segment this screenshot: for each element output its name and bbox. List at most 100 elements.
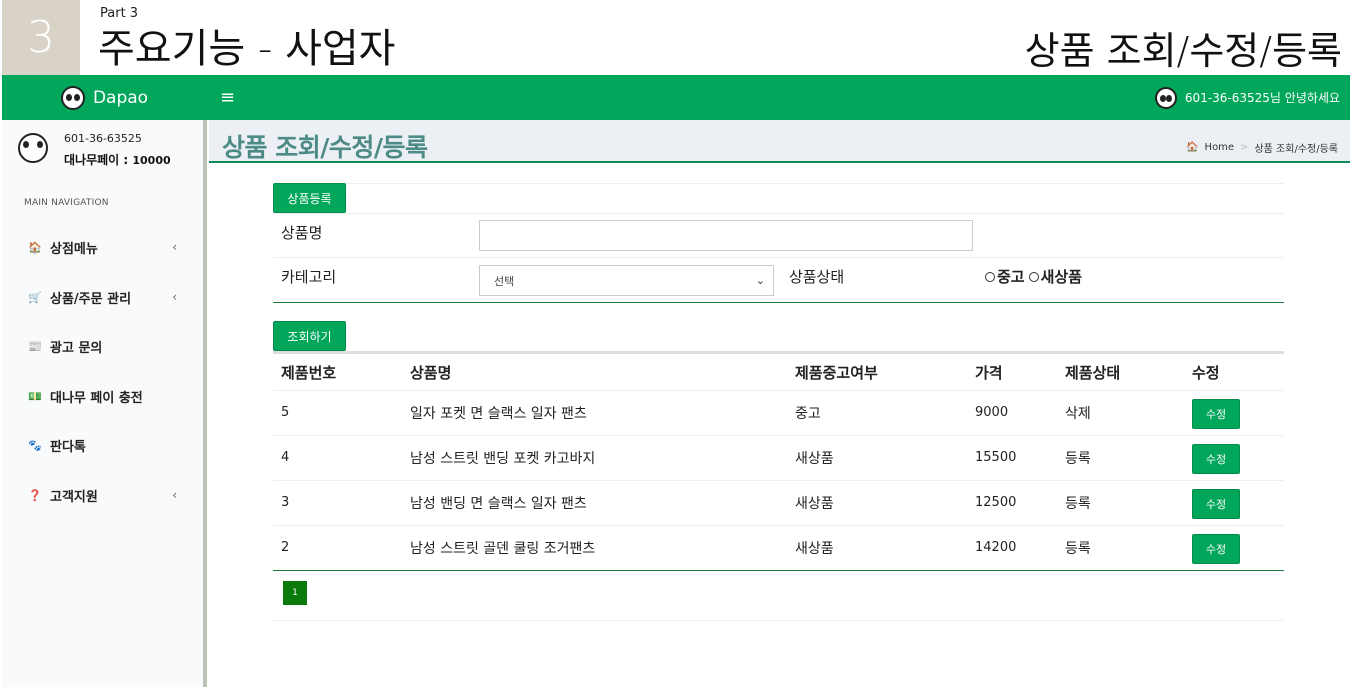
cell-name: 남성 스트릿 밴딩 포켓 카고바지: [410, 451, 596, 467]
product-status-label: 상품상태: [789, 268, 845, 286]
slide-section-title: 상품 조회/수정/등록: [1024, 29, 1342, 73]
brand-logo[interactable]: Dapao: [2, 75, 207, 120]
cell-state: 등록: [1065, 496, 1091, 512]
slide-header: 3 Part 3 주요기능 - 사업자 상품 조회/수정/등록: [0, 0, 1350, 75]
slide-title: 주요기능 - 사업자: [98, 26, 396, 72]
cell-price: 15500: [975, 450, 1017, 465]
status-radio-new[interactable]: 새상품: [1028, 266, 1083, 287]
sidebar-item-product-order[interactable]: 🛒 상품/주문 관리 ‹: [2, 277, 203, 317]
cell-name: 남성 밴딩 면 슬랙스 일자 팬츠: [410, 496, 587, 512]
paw-icon: 🐾: [28, 438, 42, 452]
radio-circle-icon: [1028, 271, 1039, 282]
content-header: 상품 조회/수정/등록 🏠 Home > 상품 조회/수정/등록: [209, 120, 1350, 163]
cell-id: 4: [281, 450, 290, 465]
sidebar-item-label: 상품/주문 관리: [50, 291, 132, 307]
slide-number: 3: [2, 0, 80, 75]
column-header: 수정: [1192, 364, 1220, 382]
panda-avatar-icon: [18, 133, 48, 163]
radio-label: 중고: [997, 268, 1025, 286]
table-header: 제품번호 상품명 제품중고여부 가격 제품상태 수정: [273, 351, 1284, 391]
chevron-left-icon: ‹: [172, 488, 177, 502]
nav-header: MAIN NAVIGATION: [24, 198, 109, 208]
avatar: [18, 133, 48, 163]
cell-id: 3: [281, 495, 290, 510]
cell-state: 삭제: [1065, 406, 1091, 422]
column-header: 제품번호: [281, 364, 337, 382]
page-title: 상품 조회/수정/등록: [222, 133, 428, 162]
sidebar-item-support[interactable]: ❓ 고객지원 ‹: [2, 475, 203, 515]
table-row: 5 일자 포켓 면 슬랙스 일자 팬츠 중고 9000 삭제 수정: [273, 391, 1284, 436]
table-row: 3 남성 밴딩 면 슬랙스 일자 팬츠 새상품 12500 등록 수정: [273, 481, 1284, 526]
column-header: 제품상태: [1065, 364, 1121, 382]
question-icon: ❓: [28, 488, 42, 502]
cell-name: 일자 포켓 면 슬랙스 일자 팬츠: [410, 406, 587, 422]
table-row: 2 남성 스트릿 골덴 쿨링 조거팬츠 새상품 14200 등록 수정: [273, 526, 1284, 571]
cell-state: 등록: [1065, 451, 1091, 467]
user-greeting: 601-36-63525님 안녕하세요: [1184, 91, 1340, 105]
home-icon: 🏠: [28, 240, 42, 254]
hamburger-icon[interactable]: ≡: [220, 87, 235, 108]
product-name-input[interactable]: [479, 220, 973, 251]
product-name-label: 상품명: [281, 224, 323, 242]
register-product-button[interactable]: 상품등록: [273, 183, 346, 213]
money-icon: 💵: [28, 389, 42, 403]
cell-price: 14200: [975, 540, 1017, 555]
cell-id: 2: [281, 540, 290, 555]
divider: [273, 213, 1284, 214]
main-content: 상품등록 상품명 카테고리 선택 ⌄ 상품상태 중고 새상품 조회하기 제품번호…: [209, 165, 1350, 687]
sidebar-pay-balance: 대나무페이 : 10000: [64, 151, 171, 168]
cell-id: 5: [281, 405, 290, 420]
form-divider: [273, 302, 1284, 303]
product-table: 제품번호 상품명 제품중고여부 가격 제품상태 수정 5 일자 포켓 면 슬랙스…: [273, 351, 1284, 571]
sidebar-item-pandatalk[interactable]: 🐾 판다톡: [2, 425, 203, 465]
newspaper-icon: 📰: [28, 339, 42, 353]
edit-button[interactable]: 수정: [1192, 399, 1240, 429]
edit-button[interactable]: 수정: [1192, 534, 1240, 564]
edit-button[interactable]: 수정: [1192, 489, 1240, 519]
column-header: 상품명: [410, 364, 452, 382]
cell-price: 9000: [975, 405, 1009, 420]
category-label: 카테고리: [281, 268, 337, 286]
divider: [273, 257, 1284, 258]
divider: [273, 183, 1284, 184]
sidebar-item-label: 대나무 페이 충전: [50, 390, 143, 406]
cell-condition: 새상품: [795, 496, 834, 512]
home-icon: 🏠: [1186, 142, 1199, 153]
sidebar-item-label: 판다톡: [50, 439, 86, 455]
cell-condition: 중고: [795, 406, 821, 422]
brand-name: Dapao: [92, 87, 149, 108]
status-radio-used[interactable]: 중고: [985, 266, 1025, 287]
pay-value: 10000: [132, 154, 171, 167]
category-select[interactable]: 선택 ⌄: [479, 265, 774, 296]
user-menu[interactable]: 601-36-63525님 안녕하세요: [1154, 75, 1340, 120]
cell-state: 등록: [1065, 541, 1091, 557]
sidebar-item-ad-inquiry[interactable]: 📰 광고 문의: [2, 326, 203, 366]
column-header: 제품중고여부: [795, 364, 878, 382]
table-row: 4 남성 스트릿 밴딩 포켓 카고바지 새상품 15500 등록 수정: [273, 436, 1284, 481]
divider: [273, 620, 1284, 621]
user-panel: 601-36-63525 대나무페이 : 10000: [2, 120, 203, 180]
panda-logo-icon: [60, 85, 85, 110]
user-avatar-icon: [1154, 86, 1177, 109]
product-status-radio-group: 중고 새상품: [985, 266, 1082, 287]
sidebar: 601-36-63525 대나무페이 : 10000 MAIN NAVIGATI…: [2, 120, 207, 687]
radio-circle-icon: [985, 271, 995, 282]
chevron-left-icon: ‹: [172, 290, 177, 304]
column-header: 가격: [975, 364, 1003, 382]
cell-condition: 새상품: [795, 451, 834, 467]
breadcrumb-home-link[interactable]: Home: [1205, 142, 1235, 153]
search-button[interactable]: 조회하기: [273, 321, 346, 351]
edit-button[interactable]: 수정: [1192, 444, 1240, 474]
sidebar-item-label: 고객지원: [50, 489, 98, 505]
cell-price: 12500: [975, 495, 1017, 510]
sidebar-item-store-menu[interactable]: 🏠 상점메뉴 ‹: [2, 227, 203, 267]
sidebar-user-id: 601-36-63525: [64, 132, 142, 145]
pay-label: 대나무페이 :: [64, 153, 133, 167]
cell-name: 남성 스트릿 골덴 쿨링 조거팬츠: [410, 541, 596, 557]
sidebar-item-pay-charge[interactable]: 💵 대나무 페이 충전: [2, 376, 203, 416]
pagination-page-1[interactable]: 1: [283, 581, 307, 605]
radio-label: 새상품: [1040, 268, 1083, 286]
breadcrumb-current: 상품 조회/수정/등록: [1254, 144, 1338, 155]
top-navbar: Dapao ≡ 601-36-63525님 안녕하세요: [2, 75, 1350, 120]
breadcrumb-separator: >: [1240, 142, 1249, 153]
